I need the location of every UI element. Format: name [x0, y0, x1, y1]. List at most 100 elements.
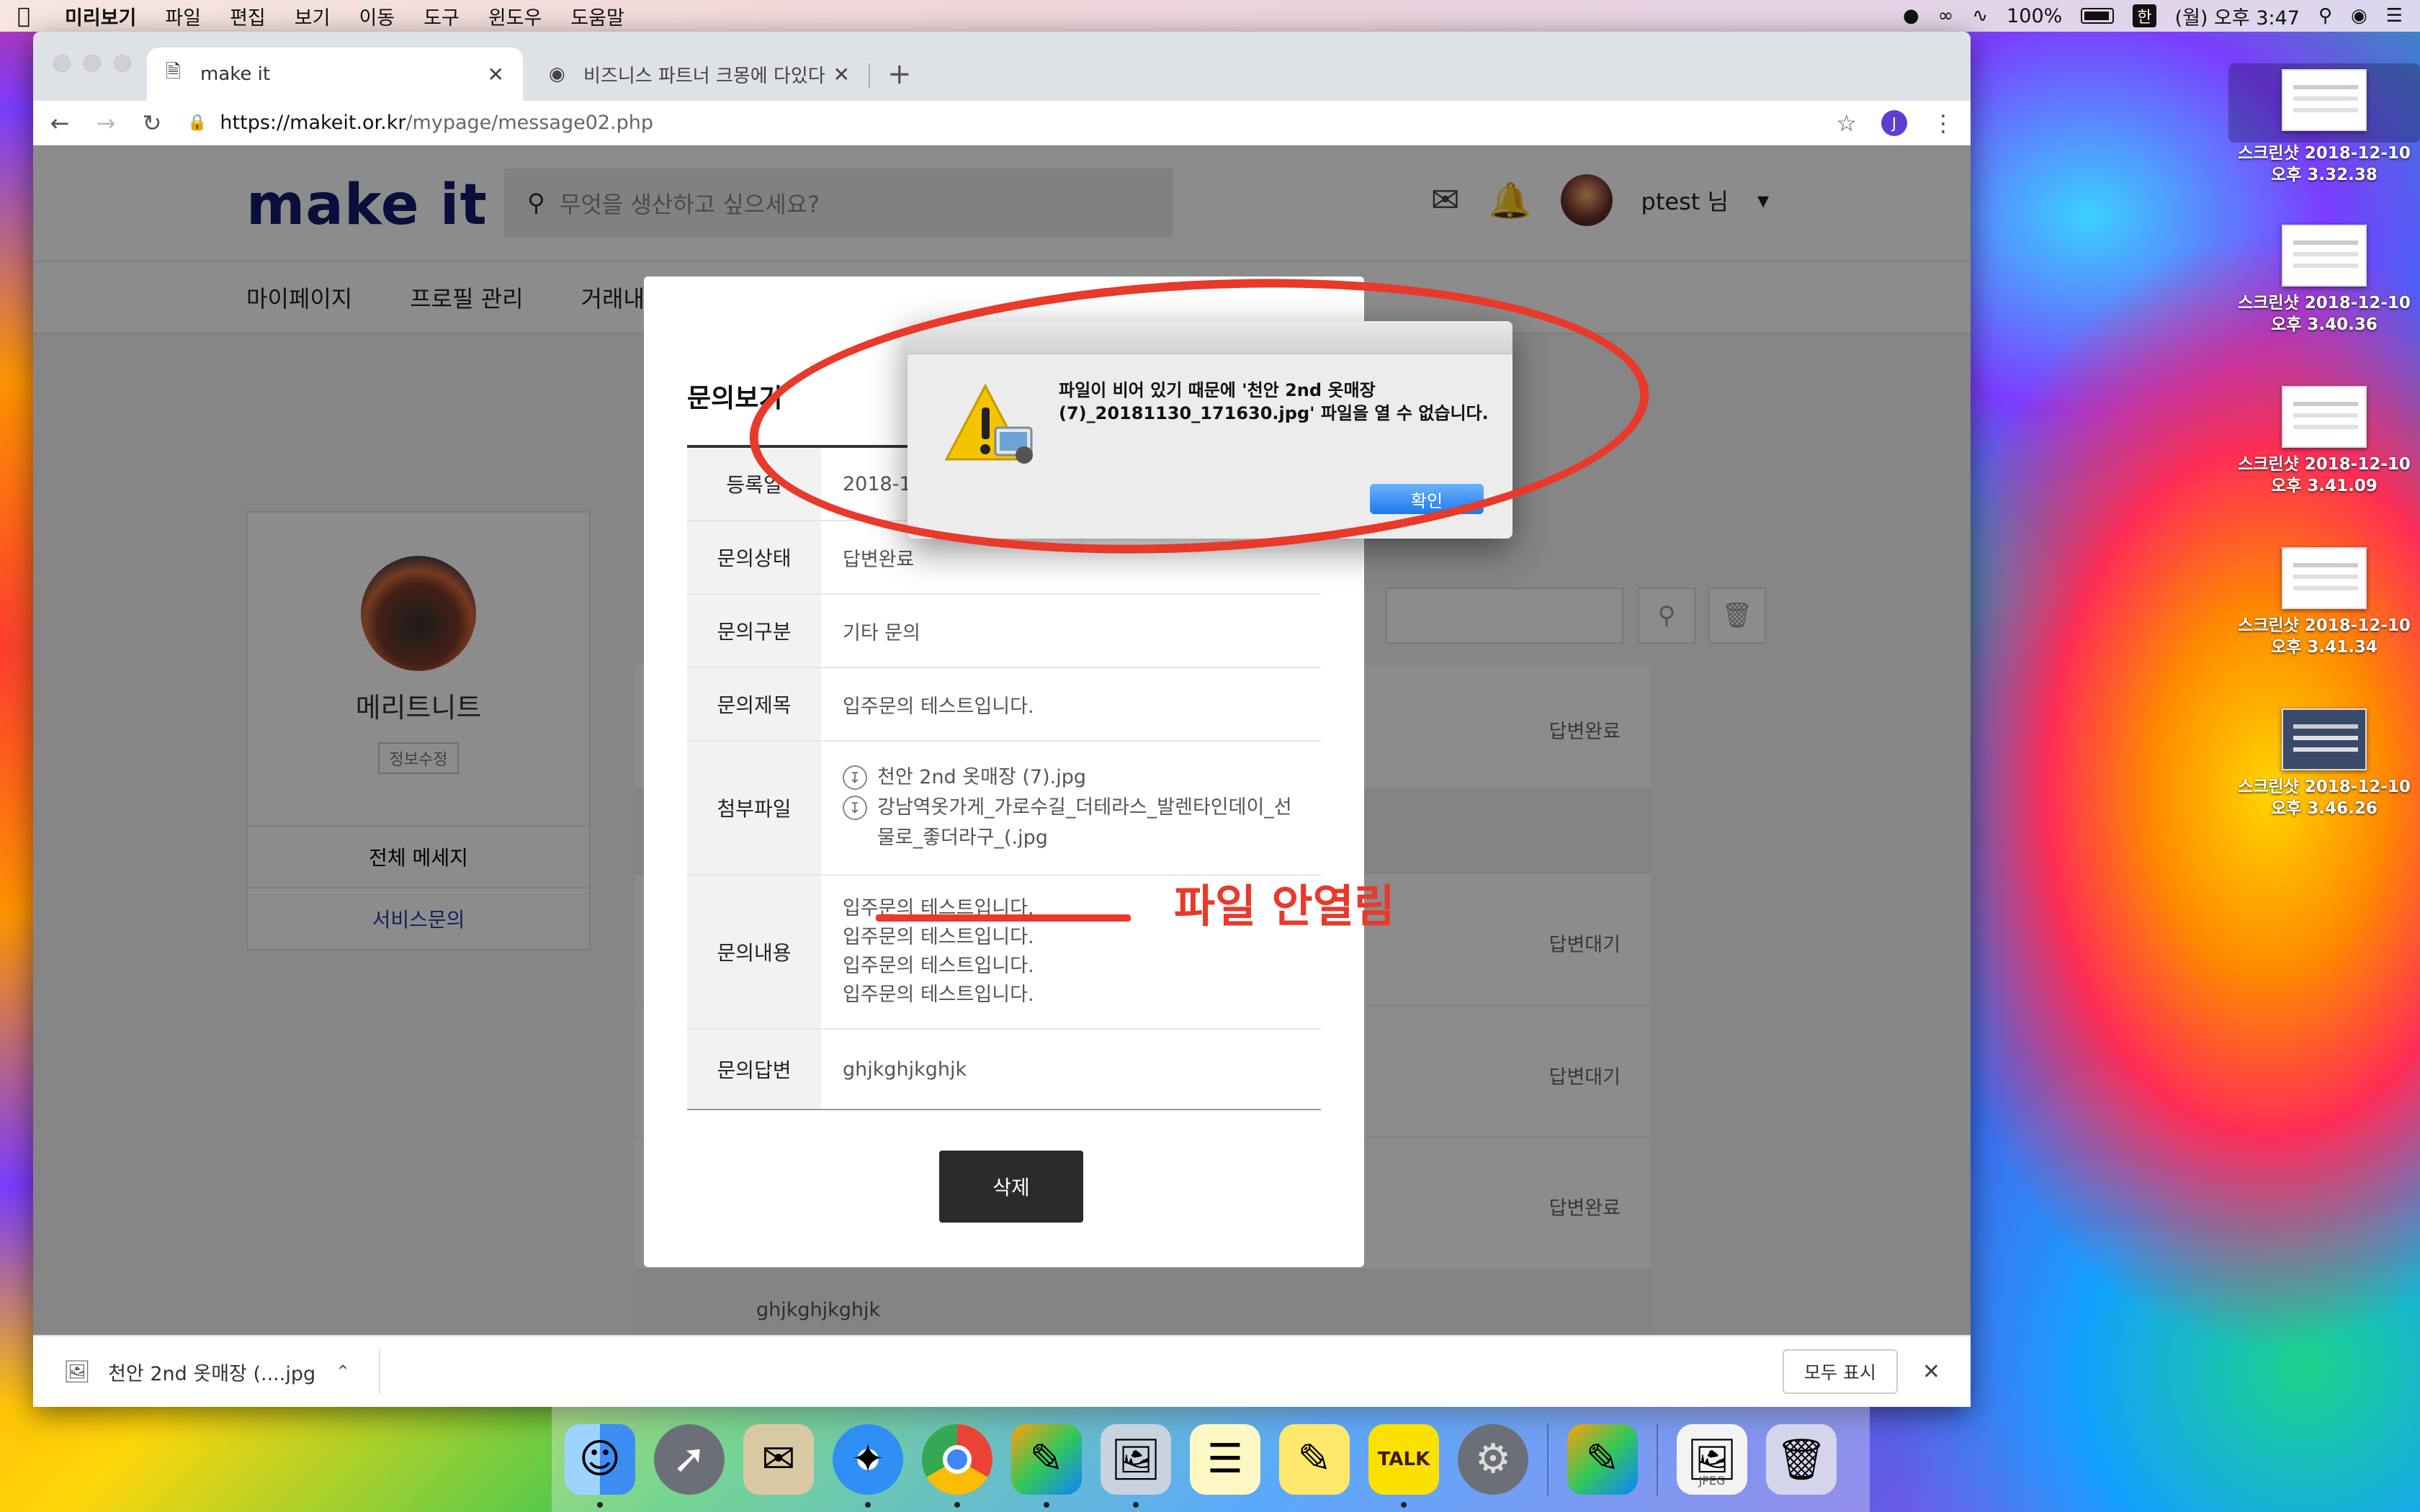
file-name-time: 오후 3.32.38: [2271, 166, 2378, 184]
show-all-button[interactable]: 모두 표시: [1782, 1349, 1898, 1394]
detail-row-subject: 문의제목 입주문의 테스트입니다.: [687, 668, 1321, 742]
pages-document-icon[interactable]: ✎: [1567, 1423, 1638, 1495]
content-line: 입주문의 테스트입니다.: [843, 955, 1034, 977]
file-name-time: 오후 3.41.09: [2271, 477, 2378, 495]
browser-toolbar: ← → ↻ 🔒 https://makeit.or.kr/mypage/mess…: [33, 101, 1971, 145]
url-text: https://makeit.or.kr/mypage/message02.ph…: [220, 112, 653, 134]
input-source-badge[interactable]: 한: [2133, 4, 2156, 27]
close-window-button[interactable]: [53, 55, 71, 72]
tab-kmong[interactable]: ◉ 비즈니스 파트너 크몽에 다있다! 외주 ✕: [530, 48, 869, 101]
delete-button[interactable]: 삭제: [939, 1151, 1083, 1223]
image-thumbnail-icon: [2282, 708, 2367, 770]
image-thumbnail-icon: [2282, 69, 2367, 131]
desktop-file[interactable]: 스크린샷 2018-12-10 오후 3.32.38: [2228, 63, 2420, 186]
profile-avatar[interactable]: J: [1881, 109, 1907, 136]
notes-icon[interactable]: ☰: [1190, 1423, 1260, 1495]
siri-icon[interactable]: ◉: [2351, 5, 2367, 27]
attachment-link[interactable]: ↧ 강남역옷가게_가로수길_더테라스_발렌타인데이_선물로_좋더라구_(.jpg: [843, 793, 1299, 853]
download-separator: [379, 1349, 381, 1394]
detail-label: 문의상태: [687, 521, 821, 593]
file-name: 스크린샷 2018-12-10: [2238, 455, 2411, 474]
detail-row-answer: 문의답변 ghjkghjkghjk: [687, 1030, 1321, 1109]
detail-row-category: 문의구분 기타 문의: [687, 595, 1321, 668]
minimize-window-button[interactable]: [84, 55, 101, 72]
attachment-name: 강남역옷가게_가로수길_더테라스_발렌타인데이_선물로_좋더라구_(.jpg: [877, 796, 1292, 849]
app-status-icon[interactable]: ●: [1903, 5, 1919, 27]
menu-file[interactable]: 파일: [165, 2, 201, 30]
tab-title: make it: [200, 63, 271, 85]
url-path: /mypage/message02.php: [405, 112, 654, 134]
creative-cloud-icon[interactable]: ∞: [1938, 5, 1954, 27]
address-bar[interactable]: 🔒 https://makeit.or.kr/mypage/message02.…: [187, 106, 1811, 140]
detail-value: 입주문의 테스트입니다.: [843, 695, 1034, 718]
image-file-icon: 🖼: [63, 1359, 91, 1385]
detail-label: 문의구분: [687, 595, 821, 667]
lock-icon[interactable]: 🔒: [187, 114, 207, 132]
menu-clock[interactable]: (월) 오후 3:47: [2175, 2, 2300, 30]
bookmark-star-icon[interactable]: ☆: [1836, 109, 1857, 137]
finder-icon[interactable]: ☺: [565, 1423, 635, 1508]
file-name: 스크린샷 2018-12-10: [2238, 294, 2411, 312]
detail-value: ghjkghjkghjk: [843, 1058, 967, 1081]
desktop-file[interactable]: 스크린샷 2018-12-10 오후 3.46.26: [2228, 708, 2420, 819]
tab-close-icon[interactable]: ✕: [833, 63, 850, 86]
menu-go[interactable]: 이동: [359, 2, 395, 30]
desktop-file[interactable]: 스크린샷 2018-12-10 오후 3.41.09: [2228, 386, 2420, 497]
kakaotalk-icon[interactable]: TALK: [1368, 1423, 1439, 1508]
desktop-file[interactable]: 스크린샷 2018-12-10 오후 3.40.36: [2228, 225, 2420, 336]
stickies-icon[interactable]: ✎: [1279, 1423, 1350, 1495]
tab-make-it[interactable]: 🗎 make it ✕: [147, 48, 523, 101]
mail-stamp-icon[interactable]: ✉: [743, 1423, 814, 1495]
file-name-time: 오후 3.40.36: [2271, 315, 2378, 334]
attachment-link[interactable]: ↧ 천안 2nd 옷매장 (7).jpg: [843, 762, 1299, 793]
detail-label: 문의제목: [687, 668, 821, 740]
more-menu-icon[interactable]: ⋮: [1932, 109, 1955, 137]
back-arrow-icon[interactable]: ←: [49, 109, 71, 137]
kmong-favicon-icon: ◉: [549, 63, 565, 85]
browser-window: 🗎 make it ✕ ◉ 비즈니스 파트너 크몽에 다있다! 외주 ✕ + ←…: [33, 32, 1971, 1407]
battery-icon[interactable]: [2081, 8, 2115, 24]
close-icon[interactable]: ✕: [1922, 1359, 1940, 1385]
preview-icon[interactable]: 🖼: [1101, 1423, 1171, 1508]
download-item[interactable]: 천안 2nd 옷매장 (....jpg: [108, 1358, 315, 1386]
zoom-window-button[interactable]: [114, 55, 131, 72]
chrome-icon[interactable]: [922, 1423, 992, 1508]
tab-close-icon[interactable]: ✕: [488, 63, 504, 86]
menu-window[interactable]: 윈도우: [488, 2, 542, 30]
forward-arrow-icon[interactable]: →: [95, 109, 117, 137]
new-tab-plus-icon[interactable]: +: [887, 58, 912, 91]
detail-label: 문의답변: [687, 1030, 821, 1109]
menu-edit[interactable]: 편집: [230, 2, 266, 30]
menu-app-name[interactable]: 미리보기: [65, 2, 136, 30]
menu-tools[interactable]: 도구: [424, 2, 460, 30]
trash-icon[interactable]: 🗑: [1766, 1423, 1837, 1495]
launchpad-icon[interactable]: ➚: [654, 1423, 725, 1495]
url-host: https://makeit.or.kr: [220, 112, 406, 134]
content-line: 입주문의 테스트입니다.: [843, 984, 1034, 1006]
detail-label: 문의내용: [687, 876, 821, 1028]
tab-title: 비즈니스 파트너 크몽에 다있다! 외주: [583, 65, 826, 87]
system-preferences-icon[interactable]: ⚙: [1458, 1423, 1528, 1495]
notification-center-icon[interactable]: ☰: [2386, 5, 2403, 27]
dock-separator: [1547, 1423, 1549, 1495]
spotlight-icon[interactable]: ⚲: [2318, 5, 2332, 27]
apple-icon[interactable]: : [17, 4, 42, 29]
file-name: 스크린샷 2018-12-10: [2238, 778, 2411, 796]
detail-value: ↧ 천안 2nd 옷매장 (7).jpg ↧ 강남역옷가게_가로수길_더테라스_…: [821, 742, 1321, 874]
menu-help[interactable]: 도움말: [570, 2, 624, 30]
wifi-icon[interactable]: ∿: [1972, 5, 1988, 27]
image-thumbnail-icon: [2282, 225, 2367, 287]
tab-bar: 🗎 make it ✕ ◉ 비즈니스 파트너 크몽에 다있다! 외주 ✕ +: [33, 32, 1971, 101]
file-name-time: 오후 3.41.34: [2271, 638, 2378, 657]
pages-icon[interactable]: ✎: [1011, 1423, 1082, 1508]
reload-icon[interactable]: ↻: [141, 109, 163, 137]
menu-view[interactable]: 보기: [295, 2, 331, 30]
file-name-time: 오후 3.46.26: [2271, 799, 2378, 818]
image-thumbnail-icon: [2282, 386, 2367, 448]
chevron-up-icon[interactable]: ⌃: [336, 1362, 350, 1382]
document-icon: 🗎: [166, 61, 181, 83]
safari-icon[interactable]: ✦: [833, 1423, 903, 1508]
desktop-file[interactable]: 스크린샷 2018-12-10 오후 3.41.34: [2228, 547, 2420, 658]
jpeg-file-icon[interactable]: 🖼 JPEG: [1677, 1423, 1747, 1495]
detail-row-files: 첨부파일 ↧ 천안 2nd 옷매장 (7).jpg ↧ 강남역옷가게_가로수길_…: [687, 742, 1321, 876]
